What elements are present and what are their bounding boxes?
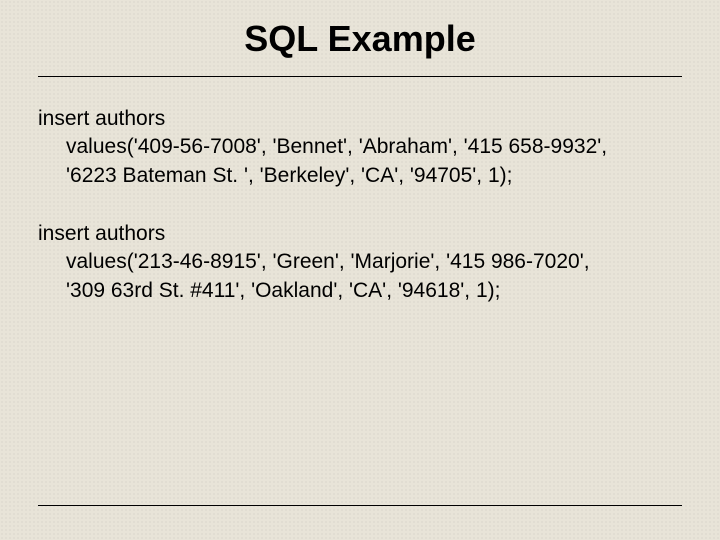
divider-top bbox=[38, 76, 682, 77]
sql-statement: insert authors values('409-56-7008', 'Be… bbox=[38, 105, 682, 190]
sql-line: '6223 Bateman St. ', 'Berkeley', 'CA', '… bbox=[66, 162, 682, 190]
sql-line: '309 63rd St. #411', 'Oakland', 'CA', '9… bbox=[66, 277, 682, 305]
sql-line: values('213-46-8915', 'Green', 'Marjorie… bbox=[66, 248, 682, 276]
slide-content: insert authors values('409-56-7008', 'Be… bbox=[38, 105, 682, 305]
sql-line: insert authors bbox=[38, 220, 682, 248]
sql-statement: insert authors values('213-46-8915', 'Gr… bbox=[38, 220, 682, 305]
slide-title: SQL Example bbox=[38, 18, 682, 60]
slide: SQL Example insert authors values('409-5… bbox=[0, 0, 720, 540]
sql-line: insert authors bbox=[38, 105, 682, 133]
sql-line: values('409-56-7008', 'Bennet', 'Abraham… bbox=[66, 133, 682, 161]
divider-bottom bbox=[38, 505, 682, 506]
